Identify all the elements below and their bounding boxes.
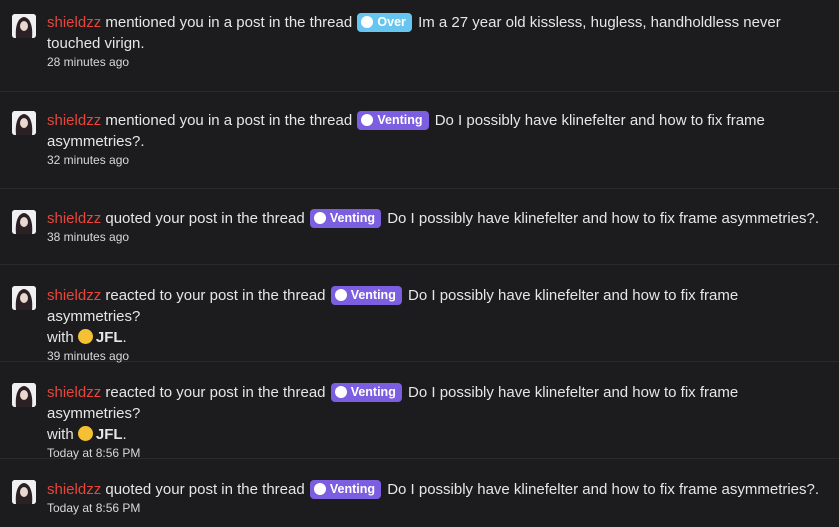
prefix-label: Venting	[350, 385, 396, 399]
avatar[interactable]	[12, 111, 36, 135]
prefix-label: Venting	[329, 482, 376, 496]
thread-prefix-badge: Venting	[309, 209, 382, 228]
action-text: reacted to your post in the thread	[105, 287, 326, 304]
thread-prefix-badge: Over	[357, 13, 412, 32]
username-link[interactable]: shieldzz	[47, 481, 101, 498]
timestamp: 28 minutes ago	[47, 55, 130, 69]
venting-prefix-icon	[334, 386, 347, 398]
avatar[interactable]	[12, 286, 36, 310]
prefix-label: Venting	[350, 288, 396, 302]
timestamp: Today at 8:56 PM	[47, 501, 141, 515]
prefix-label: Over	[377, 15, 406, 29]
thread-prefix-badge: Venting	[309, 480, 382, 499]
notification-item[interactable]: shieldzz mentioned you in a post in the …	[0, 0, 839, 92]
avatar[interactable]	[12, 210, 36, 234]
notification-body: shieldzz reacted to your post in the thr…	[47, 382, 833, 462]
reaction-label: JFL	[95, 329, 123, 346]
venting-prefix-icon	[313, 212, 326, 224]
thread-title-link[interactable]: Do I possibly have klinefelter and how t…	[387, 210, 819, 227]
action-text: mentioned you in a post in the thread	[105, 14, 353, 31]
tears-of-joy-emoji-icon	[77, 329, 93, 344]
notification-body: shieldzz mentioned you in a post in the …	[47, 12, 833, 71]
over-prefix-icon	[361, 16, 374, 28]
prefix-label: Venting	[377, 113, 423, 127]
venting-prefix-icon	[361, 114, 374, 126]
prefix-label: Venting	[329, 211, 376, 225]
avatar[interactable]	[12, 480, 36, 504]
notification-item[interactable]: shieldzz mentioned you in a post in the …	[0, 92, 839, 189]
action-text: reacted to your post in the thread	[105, 384, 326, 401]
username-link[interactable]: shieldzz	[47, 210, 101, 227]
timestamp: 38 minutes ago	[47, 230, 130, 244]
username-link[interactable]: shieldzz	[47, 112, 101, 129]
action-text: quoted your post in the thread	[105, 481, 305, 498]
avatar[interactable]	[12, 383, 36, 407]
with-text: with	[47, 426, 74, 443]
action-text: quoted your post in the thread	[105, 210, 305, 227]
notification-item[interactable]: shieldzz quoted your post in the thread …	[0, 459, 839, 527]
notification-body: shieldzz reacted to your post in the thr…	[47, 285, 833, 365]
username-link[interactable]: shieldzz	[47, 384, 101, 401]
venting-prefix-icon	[334, 289, 347, 301]
notification-item[interactable]: shieldzz reacted to your post in the thr…	[0, 265, 839, 365]
notification-body: shieldzz quoted your post in the thread …	[47, 479, 833, 517]
thread-prefix-badge: Venting	[357, 111, 429, 130]
username-link[interactable]: shieldzz	[47, 14, 101, 31]
venting-prefix-icon	[313, 483, 326, 495]
tears-of-joy-emoji-icon	[77, 426, 93, 441]
thread-prefix-badge: Venting	[330, 383, 402, 402]
reaction-label: JFL	[95, 426, 123, 443]
thread-title-link[interactable]: Do I possibly have klinefelter and how t…	[387, 481, 819, 498]
username-link[interactable]: shieldzz	[47, 287, 101, 304]
avatar[interactable]	[12, 14, 36, 38]
timestamp: 32 minutes ago	[47, 153, 130, 167]
notification-item[interactable]: shieldzz quoted your post in the thread …	[0, 189, 839, 265]
with-text: with	[47, 329, 74, 346]
notification-body: shieldzz mentioned you in a post in the …	[47, 110, 833, 169]
action-text: mentioned you in a post in the thread	[105, 112, 353, 129]
notification-item[interactable]: shieldzz reacted to your post in the thr…	[0, 362, 839, 462]
notification-body: shieldzz quoted your post in the thread …	[47, 208, 833, 246]
thread-prefix-badge: Venting	[330, 286, 402, 305]
notification-list: shieldzz mentioned you in a post in the …	[0, 0, 839, 527]
